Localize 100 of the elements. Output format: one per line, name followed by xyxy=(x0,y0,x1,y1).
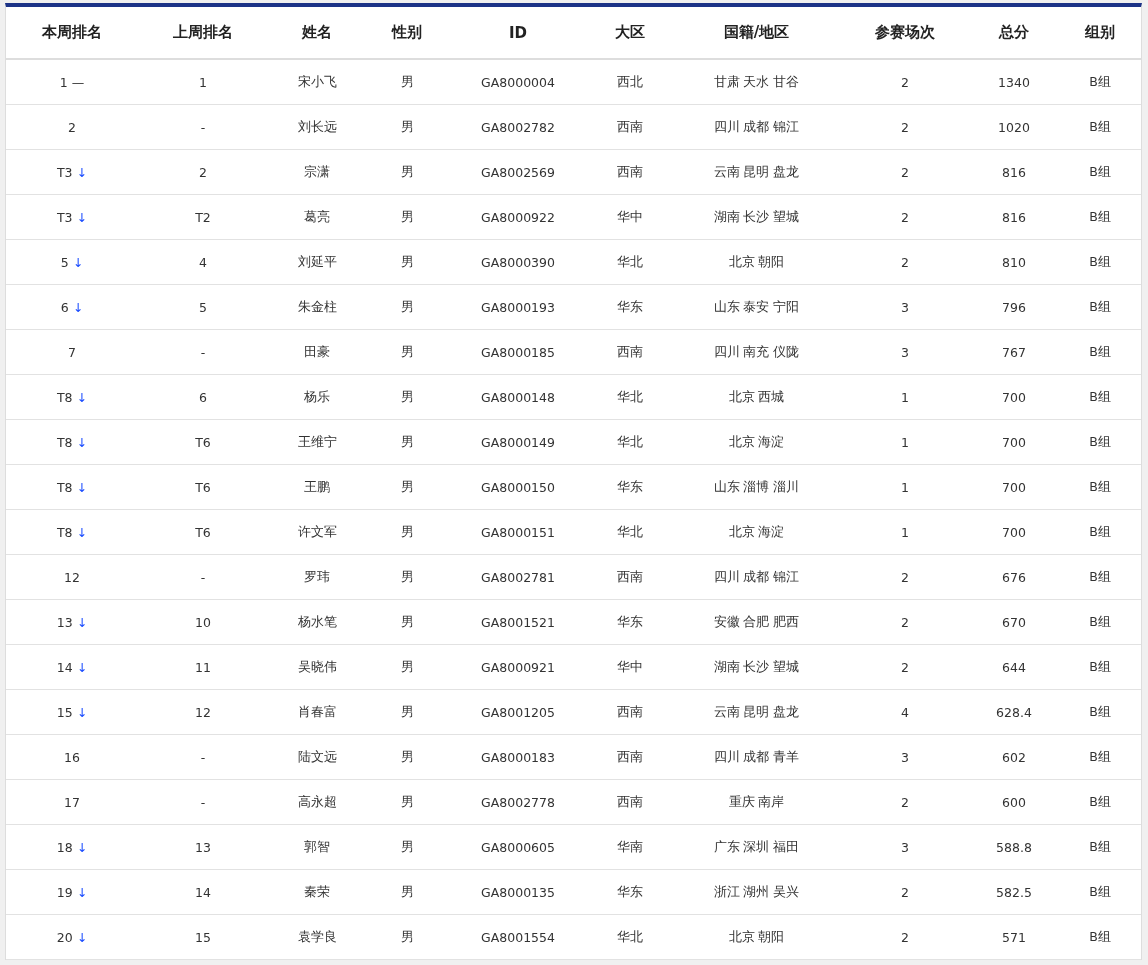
score-cell: 582.5 xyxy=(996,884,1032,900)
gender-cell: 男 xyxy=(400,388,414,404)
rank-text: 6 xyxy=(60,299,69,315)
matches-cell: 2 xyxy=(901,614,909,630)
id-cell: GA8000185 xyxy=(481,344,555,360)
last-rank-cell: T2 xyxy=(195,209,211,225)
rank-text: 5 xyxy=(60,254,69,270)
group-cell: B组 xyxy=(1089,118,1111,134)
location-cell: 安徽 合肥 肥西 xyxy=(713,613,800,629)
last-rank-cell: - xyxy=(200,569,206,585)
rank-trend-icon: ↓ xyxy=(76,524,88,540)
region-cell: 华北 xyxy=(617,433,643,449)
score-cell: 816 xyxy=(1002,209,1026,225)
group-cell: B组 xyxy=(1089,163,1111,179)
rank-text: T3 xyxy=(56,164,73,180)
gender-cell: 男 xyxy=(400,208,414,224)
group-cell: B组 xyxy=(1089,343,1111,359)
id-cell: GA8000135 xyxy=(481,884,555,900)
column-header: ID xyxy=(448,7,588,59)
group-cell: B组 xyxy=(1089,928,1111,944)
name-cell: 罗玮 xyxy=(304,568,330,584)
matches-cell: 2 xyxy=(901,164,909,180)
name-cell: 高永超 xyxy=(297,793,337,809)
region-cell: 华东 xyxy=(617,298,643,314)
rank-text: 17 xyxy=(64,794,80,810)
rank-trend-icon: — xyxy=(71,74,85,90)
rank-text: T3 xyxy=(56,209,73,225)
group-cell: B组 xyxy=(1089,253,1111,269)
rank-text: T8 xyxy=(56,479,73,495)
rank-trend-icon: ↓ xyxy=(76,659,88,675)
score-cell: 700 xyxy=(1002,524,1026,540)
region-cell: 西南 xyxy=(617,568,643,584)
region-cell: 西南 xyxy=(617,793,643,809)
matches-cell: 3 xyxy=(901,749,909,765)
rank-text: 16 xyxy=(64,749,80,765)
rank-text: 2 xyxy=(68,119,76,135)
score-cell: 602 xyxy=(1002,749,1026,765)
matches-cell: 3 xyxy=(901,344,909,360)
gender-cell: 男 xyxy=(400,253,414,269)
group-cell: B组 xyxy=(1089,613,1111,629)
gender-cell: 男 xyxy=(400,433,414,449)
last-rank-cell: - xyxy=(200,119,206,135)
gender-cell: 男 xyxy=(400,298,414,314)
region-cell: 华北 xyxy=(617,388,643,404)
rank-text: 7 xyxy=(68,344,76,360)
score-cell: 1340 xyxy=(998,74,1030,90)
location-cell: 北京 海淀 xyxy=(728,433,785,449)
region-cell: 西南 xyxy=(617,118,643,134)
region-cell: 西南 xyxy=(617,343,643,359)
id-cell: GA8001554 xyxy=(481,929,555,945)
name-cell: 肖春富 xyxy=(297,703,337,719)
gender-cell: 男 xyxy=(400,703,414,719)
last-rank-cell: T6 xyxy=(195,434,211,450)
last-rank-cell: 13 xyxy=(195,839,211,855)
rank-trend-icon: ↓ xyxy=(76,884,88,900)
score-cell: 600 xyxy=(1002,794,1026,810)
rank-trend-icon: ↓ xyxy=(72,299,84,315)
name-cell: 王维宁 xyxy=(297,433,337,449)
rank-text: T8 xyxy=(56,524,73,540)
matches-cell: 2 xyxy=(901,929,909,945)
id-cell: GA8000148 xyxy=(481,389,555,405)
id-cell: GA8002781 xyxy=(481,569,555,585)
group-cell: B组 xyxy=(1089,658,1111,674)
score-cell: 816 xyxy=(1002,164,1026,180)
location-cell: 四川 成都 青羊 xyxy=(713,748,800,764)
location-cell: 北京 朝阳 xyxy=(728,253,785,269)
gender-cell: 男 xyxy=(400,928,414,944)
region-cell: 西南 xyxy=(617,163,643,179)
score-cell: 700 xyxy=(1002,479,1026,495)
matches-cell: 1 xyxy=(901,524,909,540)
rank-text: 12 xyxy=(64,569,80,585)
rank-trend-icon: ↓ xyxy=(76,929,88,945)
region-cell: 华南 xyxy=(617,838,643,854)
last-rank-cell: T6 xyxy=(195,479,211,495)
last-rank-cell: T6 xyxy=(195,524,211,540)
last-rank-cell: 11 xyxy=(195,659,211,675)
region-cell: 华北 xyxy=(617,253,643,269)
name-cell: 葛亮 xyxy=(304,208,330,224)
location-cell: 湖南 长沙 望城 xyxy=(713,658,800,674)
column-header: 姓名 xyxy=(268,7,366,59)
gender-cell: 男 xyxy=(400,748,414,764)
id-cell: GA8001521 xyxy=(481,614,555,630)
location-cell: 云南 昆明 盘龙 xyxy=(713,703,800,719)
column-header: 国籍/地区 xyxy=(672,7,841,59)
id-cell: GA8000922 xyxy=(481,209,555,225)
region-cell: 华东 xyxy=(617,613,643,629)
group-cell: B组 xyxy=(1089,478,1111,494)
group-cell: B组 xyxy=(1089,793,1111,809)
group-cell: B组 xyxy=(1089,883,1111,899)
column-header: 性别 xyxy=(366,7,448,59)
last-rank-cell: - xyxy=(200,344,206,360)
rank-text: 20 xyxy=(56,929,73,945)
location-cell: 北京 朝阳 xyxy=(728,928,785,944)
score-cell: 588.8 xyxy=(996,839,1032,855)
region-cell: 华东 xyxy=(617,478,643,494)
name-cell: 宗潇 xyxy=(304,163,330,179)
matches-cell: 2 xyxy=(901,209,909,225)
name-cell: 刘延平 xyxy=(297,253,337,269)
id-cell: GA8000150 xyxy=(481,479,555,495)
name-cell: 王鹏 xyxy=(304,478,330,494)
